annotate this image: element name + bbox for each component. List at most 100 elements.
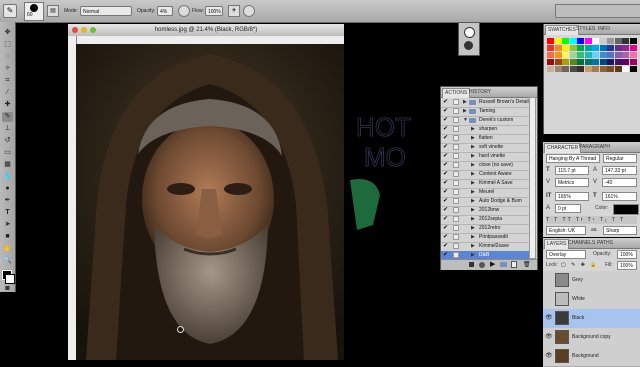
swatch-color[interactable] <box>562 38 569 44</box>
swatch-color[interactable] <box>622 66 629 72</box>
swatch-color[interactable] <box>577 59 584 65</box>
stop-icon[interactable] <box>469 262 474 267</box>
layer-row[interactable]: 👁 Background copy <box>543 328 640 348</box>
mode-select[interactable]: Normal <box>80 6 132 16</box>
swatch-color[interactable] <box>614 38 622 44</box>
swatch-color[interactable] <box>607 59 614 65</box>
action-toggle-check-icon[interactable]: ✔ <box>443 99 449 105</box>
dialog-toggle-icon[interactable] <box>453 162 459 168</box>
background-color-swatch[interactable] <box>5 274 15 284</box>
tab-paragraph[interactable]: PARAGRAPH <box>577 143 612 152</box>
swatch-color[interactable] <box>577 66 584 72</box>
quick-select-tool-icon[interactable]: ✧ <box>2 64 13 74</box>
tab-channels[interactable]: CHANNELS <box>566 239 597 248</box>
new-set-icon[interactable] <box>500 262 507 267</box>
airbrush-icon[interactable]: ✈ <box>228 5 240 17</box>
layer-row[interactable]: 👁 Background <box>543 347 640 367</box>
expand-triangle-icon[interactable]: ▶ <box>471 125 475 134</box>
tracking-field[interactable]: -40 <box>602 178 637 187</box>
swatch-color[interactable] <box>592 66 599 72</box>
dialog-toggle-icon[interactable] <box>453 207 459 213</box>
action-toggle-check-icon[interactable]: ✔ <box>443 198 449 204</box>
layer-visibility-eye-icon[interactable]: 👁 <box>545 315 553 321</box>
action-toggle-check-icon[interactable]: ✔ <box>443 207 449 213</box>
vertical-scale-field[interactable]: 165% <box>555 192 589 201</box>
swatch-color[interactable] <box>584 66 592 72</box>
swatch-color[interactable] <box>569 52 577 58</box>
blur-tool-icon[interactable]: 💧 <box>2 172 13 182</box>
horizontal-scale-field[interactable]: 161% <box>602 192 637 201</box>
action-toggle-check-icon[interactable]: ✔ <box>443 225 449 231</box>
action-toggle-check-icon[interactable]: ✔ <box>443 234 449 240</box>
action-toggle-check-icon[interactable]: ✔ <box>443 171 449 177</box>
eraser-tool-icon[interactable]: ▭ <box>2 148 13 158</box>
swatch-color[interactable] <box>577 38 584 44</box>
expand-triangle-icon[interactable]: ▶ <box>471 161 475 170</box>
action-toggle-check-icon[interactable]: ✔ <box>443 243 449 249</box>
swatch-color[interactable] <box>569 45 577 51</box>
language-select[interactable]: English: UK <box>546 226 586 235</box>
action-toggle-check-icon[interactable]: ✔ <box>443 180 449 186</box>
zoom-tool-icon[interactable]: 🔍 <box>2 256 13 266</box>
action-toggle-check-icon[interactable]: ✔ <box>443 117 449 123</box>
swatch-color[interactable] <box>629 38 637 44</box>
swatch-color[interactable] <box>569 59 577 65</box>
history-brush-tool-icon[interactable]: ↺ <box>2 136 13 146</box>
swatch-color[interactable] <box>554 66 562 72</box>
trash-icon[interactable]: 🗑 <box>523 261 531 269</box>
lasso-tool-icon[interactable]: ◌ <box>2 52 13 62</box>
swatch-color[interactable] <box>622 52 629 58</box>
layer-opacity-field[interactable]: 100% <box>617 250 637 259</box>
flow-field[interactable]: 100% <box>205 6 223 16</box>
shape-tool-icon[interactable]: ■ <box>2 232 13 242</box>
swatch-color[interactable] <box>554 52 562 58</box>
swatch-color[interactable] <box>629 52 637 58</box>
expand-triangle-icon[interactable]: ▶ <box>471 170 475 179</box>
tab-paths[interactable]: PATHS <box>595 239 615 248</box>
swatch-color[interactable] <box>569 38 577 44</box>
swatch-color[interactable] <box>592 45 599 51</box>
dialog-toggle-icon[interactable] <box>453 153 459 159</box>
layer-visibility-eye-icon[interactable]: 👁 <box>545 353 553 359</box>
opacity-pressure-icon[interactable] <box>178 5 190 17</box>
expand-triangle-icon[interactable]: ▶ <box>471 224 475 233</box>
opacity-field[interactable]: 4% <box>157 6 173 16</box>
type-style-buttons[interactable]: T T TT Tr T¹ T₁ T T <box>546 216 637 224</box>
dialog-toggle-icon[interactable] <box>453 234 459 240</box>
dodge-tool-icon[interactable]: ● <box>2 184 13 194</box>
swatch-color[interactable] <box>584 59 592 65</box>
swatch-color[interactable] <box>622 38 629 44</box>
expand-triangle-icon[interactable]: ▶ <box>471 242 475 251</box>
action-toggle-check-icon[interactable]: ✔ <box>443 144 449 150</box>
dialog-toggle-icon[interactable] <box>453 180 459 186</box>
antialias-select[interactable]: Sharp <box>603 226 637 235</box>
layer-visibility-eye-icon[interactable] <box>545 296 552 302</box>
swatch-color[interactable] <box>547 52 554 58</box>
blend-mode-select[interactable]: Overlay <box>546 250 586 259</box>
swatch-color[interactable] <box>577 52 584 58</box>
zoom-window-icon[interactable] <box>90 27 96 33</box>
healing-brush-tool-icon[interactable]: ✚ <box>2 100 13 110</box>
swatch-color[interactable] <box>584 45 592 51</box>
text-color-swatch[interactable] <box>613 204 639 215</box>
eyedropper-tool-icon[interactable]: ⁄ <box>2 88 13 98</box>
dialog-toggle-icon[interactable] <box>453 225 459 231</box>
baseline-shift-field[interactable]: 0 pt <box>555 204 581 213</box>
hand-tool-icon[interactable]: ✋ <box>2 244 13 254</box>
swatch-color[interactable] <box>629 66 637 72</box>
swatch-color[interactable] <box>547 59 554 65</box>
swatch-color[interactable] <box>607 38 614 44</box>
layer-row[interactable]: White <box>543 290 640 310</box>
tab-character[interactable]: CHARACTER <box>544 143 582 153</box>
swatch-color[interactable] <box>629 45 637 51</box>
path-select-tool-icon[interactable]: ➤ <box>2 220 13 230</box>
close-window-icon[interactable] <box>72 27 78 33</box>
dialog-toggle-icon[interactable] <box>453 99 459 105</box>
swatch-color[interactable] <box>614 59 622 65</box>
swatch-color[interactable] <box>629 59 637 65</box>
histogram-icon[interactable] <box>464 41 473 50</box>
tab-actions[interactable]: ACTIONS <box>442 88 471 98</box>
crop-tool-icon[interactable]: ⌗ <box>2 76 13 86</box>
swatch-color[interactable] <box>554 38 562 44</box>
dialog-toggle-icon[interactable] <box>453 171 459 177</box>
